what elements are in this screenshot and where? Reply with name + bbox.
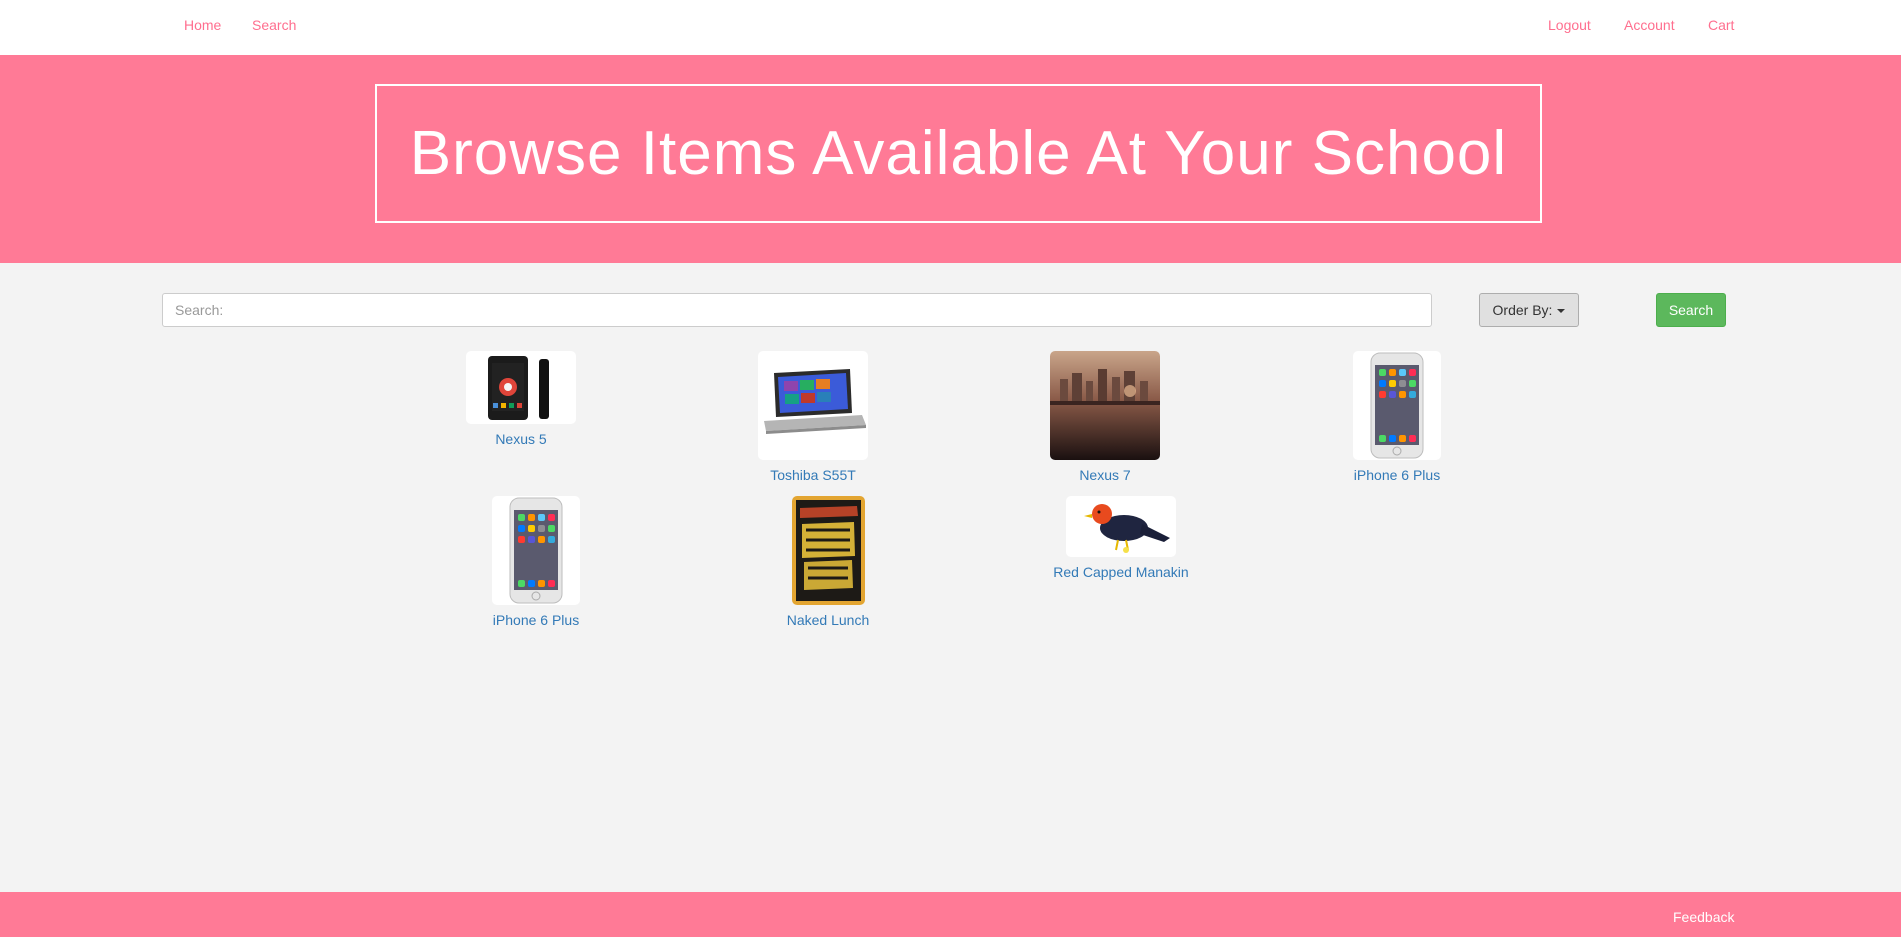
iphone-image (1353, 351, 1441, 460)
order-by-label: Order By: (1492, 302, 1553, 318)
feedback-link[interactable]: Feedback (1673, 909, 1734, 925)
item-card[interactable]: Red Capped Manakin (1021, 496, 1221, 580)
nav-search-link[interactable]: Search (252, 17, 296, 33)
iphone-image (492, 496, 580, 605)
item-card[interactable]: Nexus 5 (421, 351, 621, 447)
order-by-dropdown[interactable]: Order By: (1479, 293, 1579, 327)
nav-logout-link[interactable]: Logout (1548, 17, 1591, 33)
laptop-image (758, 351, 868, 460)
item-card[interactable]: Nexus 7 (1005, 351, 1205, 483)
search-input[interactable] (162, 293, 1432, 327)
tablet-scene-image (1050, 351, 1160, 460)
item-name: Toshiba S55T (770, 467, 856, 483)
footer-bar: Feedback (0, 892, 1901, 937)
caret-down-icon (1557, 309, 1566, 313)
item-name: Red Capped Manakin (1053, 564, 1189, 580)
book-cover-image (791, 496, 865, 605)
page-title: Browse Items Available At Your School (409, 119, 1508, 188)
item-name: iPhone 6 Plus (492, 612, 580, 628)
item-name: Nexus 5 (495, 431, 547, 447)
item-card[interactable]: iPhone 6 Plus (436, 496, 636, 628)
item-card[interactable]: iPhone 6 Plus (1297, 351, 1497, 483)
phone-image (466, 351, 576, 424)
top-navbar: Home Search Logout Account Cart (0, 0, 1901, 55)
item-card[interactable]: Toshiba S55T (713, 351, 913, 483)
bird-image (1066, 496, 1176, 557)
nav-account-link[interactable]: Account (1624, 17, 1675, 33)
item-name: Naked Lunch (786, 612, 870, 628)
hero-title-box: Browse Items Available At Your School (375, 84, 1542, 223)
hero-banner: Browse Items Available At Your School (0, 55, 1901, 263)
search-button[interactable]: Search (1656, 293, 1726, 327)
nav-cart-link[interactable]: Cart (1708, 17, 1734, 33)
item-name: Nexus 7 (1079, 467, 1131, 483)
item-card[interactable]: Naked Lunch (728, 496, 928, 628)
nav-home-link[interactable]: Home (184, 17, 221, 33)
item-name: iPhone 6 Plus (1353, 467, 1441, 483)
